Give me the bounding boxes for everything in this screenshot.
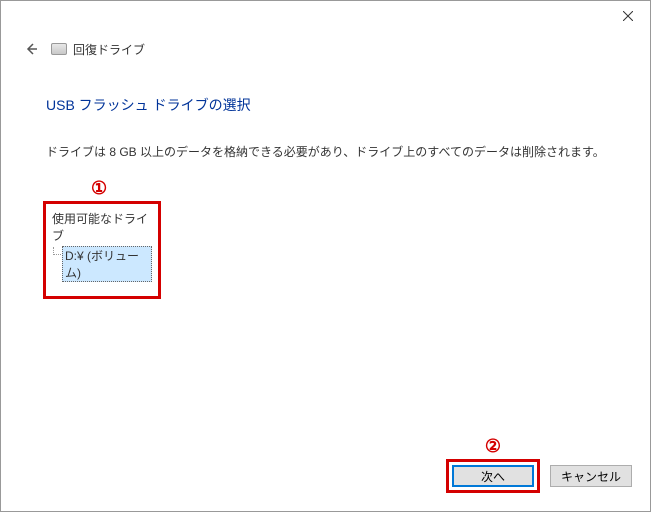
page-title: USB フラッシュ ドライブの選択 [46,95,605,115]
next-button-highlight: 次へ [446,459,540,493]
close-button[interactable] [605,1,650,31]
titlebar [1,1,650,31]
header: 回復ドライブ [1,31,650,67]
next-button[interactable]: 次へ [452,465,534,487]
tree-connector-icon [53,247,61,255]
back-button[interactable] [21,39,41,59]
step-2-group: ② 次へ [446,436,540,493]
close-icon [623,11,633,21]
back-arrow-icon [24,42,38,56]
annotation-step-2: ② [485,436,501,457]
content-area: USB フラッシュ ドライブの選択 ドライブは 8 GB 以上のデータを格納でき… [1,67,650,309]
drive-label: D:¥ (ボリューム) [65,249,139,280]
footer-buttons: ② 次へ キャンセル [446,436,632,493]
cancel-button-label: キャンセル [561,468,621,485]
drive-list-item[interactable]: D:¥ (ボリューム) [62,246,152,282]
window-title: 回復ドライブ [73,41,145,58]
description-text: ドライブは 8 GB 以上のデータを格納できる必要があり、ドライブ上のすべてのデ… [46,143,605,160]
drive-icon [51,43,67,55]
drives-list-header: 使用可能なドライブ [52,210,152,244]
next-button-label: 次へ [481,468,505,485]
annotation-step-1: ① [91,178,605,199]
available-drives-box: 使用可能なドライブ D:¥ (ボリューム) [43,201,161,299]
cancel-button[interactable]: キャンセル [550,465,632,487]
